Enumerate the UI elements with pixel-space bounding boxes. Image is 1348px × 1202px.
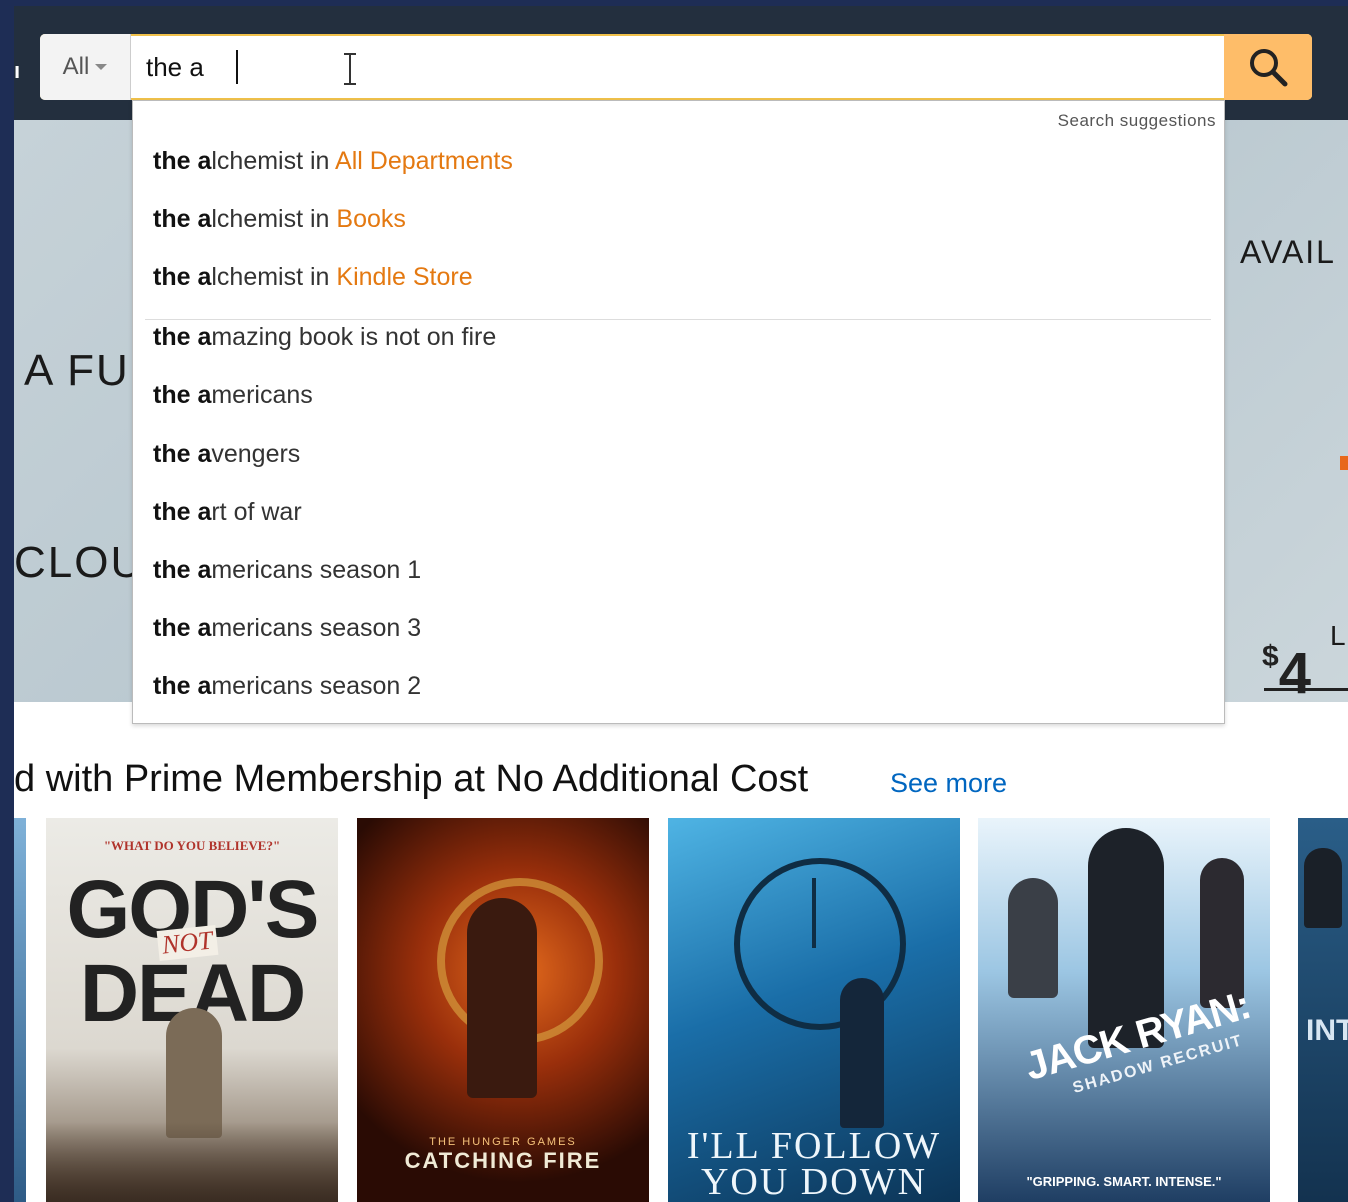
poster-figure bbox=[1304, 848, 1342, 928]
suggestion-item[interactable]: the americans season 2 bbox=[153, 672, 421, 701]
poster-figure bbox=[467, 898, 537, 1098]
search-input[interactable] bbox=[130, 34, 1255, 100]
nav-truncated-text: ı bbox=[14, 58, 21, 83]
poster-title: INT bbox=[1306, 1014, 1348, 1047]
poster-quote: "GRIPPING. SMART. INTENSE." bbox=[1026, 1174, 1222, 1189]
poster-figure bbox=[166, 1008, 222, 1138]
suggestions-header: Search suggestions bbox=[1057, 111, 1216, 130]
search-button[interactable] bbox=[1224, 34, 1312, 100]
suggestion-item[interactable]: the amazing book is not on fire bbox=[153, 323, 496, 352]
suggestion-item[interactable]: the americans season 3 bbox=[153, 614, 421, 643]
hero-line-1: A FU bbox=[24, 346, 130, 395]
ibeam-cursor-icon bbox=[344, 53, 356, 85]
poster-crowd bbox=[46, 1122, 338, 1202]
amazon-page: ı All A FU CLOU AVAIL $4 L bbox=[14, 6, 1348, 1202]
poster-title: I'LL FOLLOW YOU DOWN bbox=[686, 1125, 942, 1202]
poster-figure bbox=[840, 978, 884, 1128]
suggestion-dept-all[interactable]: the alchemist in All Departments bbox=[153, 147, 513, 176]
price-strikethrough bbox=[1264, 688, 1348, 691]
poster-overlay: NOT bbox=[156, 925, 218, 961]
hero-line-2: CLOU bbox=[14, 538, 145, 587]
see-more-link[interactable]: See more bbox=[890, 768, 1007, 799]
suggestion-dept-kindle[interactable]: the alchemist in Kindle Store bbox=[153, 263, 473, 292]
suggestion-item[interactable]: the americans bbox=[153, 381, 313, 410]
chevron-down-icon bbox=[95, 64, 108, 70]
hero-accent bbox=[1340, 456, 1348, 470]
poster-tagline: THE HUNGER GAMES bbox=[429, 1136, 577, 1148]
suggestions-divider bbox=[145, 319, 1211, 320]
poster-jack-ryan[interactable]: JACK RYAN: SHADOW RECRUIT "GRIPPING. SMA… bbox=[978, 818, 1270, 1202]
hero-price: $4 bbox=[1262, 640, 1311, 706]
prime-row-title: d with Prime Membership at No Additional… bbox=[14, 758, 809, 800]
poster-tagline: "WHAT DO YOU BELIEVE?" bbox=[103, 838, 281, 853]
poster-figure-left bbox=[1008, 878, 1058, 998]
search-bar: All bbox=[40, 34, 1312, 100]
suggestion-dept-books[interactable]: the alchemist in Books bbox=[153, 205, 406, 234]
search-icon bbox=[1250, 49, 1288, 87]
hero-right-footer: L bbox=[1330, 620, 1348, 651]
text-cursor bbox=[236, 50, 238, 84]
poster-title: CATCHING FIRE bbox=[404, 1148, 602, 1173]
suggestion-item[interactable]: the americans season 1 bbox=[153, 556, 421, 585]
category-label: All bbox=[62, 53, 90, 80]
window-frame-left bbox=[0, 0, 14, 1202]
suggestion-item[interactable]: the avengers bbox=[153, 440, 300, 469]
poster-partial[interactable]: INT bbox=[1298, 818, 1348, 1202]
poster-partial-left[interactable] bbox=[14, 818, 26, 1202]
hero-right-heading: AVAIL bbox=[1240, 234, 1336, 270]
poster-ill-follow-you-down[interactable]: I'LL FOLLOW YOU DOWN bbox=[668, 818, 960, 1202]
poster-catching-fire[interactable]: THE HUNGER GAMES CATCHING FIRE bbox=[357, 818, 649, 1202]
suggestion-item[interactable]: the art of war bbox=[153, 498, 302, 527]
search-suggestions-dropdown: Search suggestions the alchemist in All … bbox=[132, 100, 1225, 724]
poster-gods-not-dead[interactable]: "WHAT DO YOU BELIEVE?" GOD'S DEAD NOT bbox=[46, 818, 338, 1202]
poster-clock-hand bbox=[812, 878, 816, 948]
category-dropdown[interactable]: All bbox=[40, 34, 131, 100]
